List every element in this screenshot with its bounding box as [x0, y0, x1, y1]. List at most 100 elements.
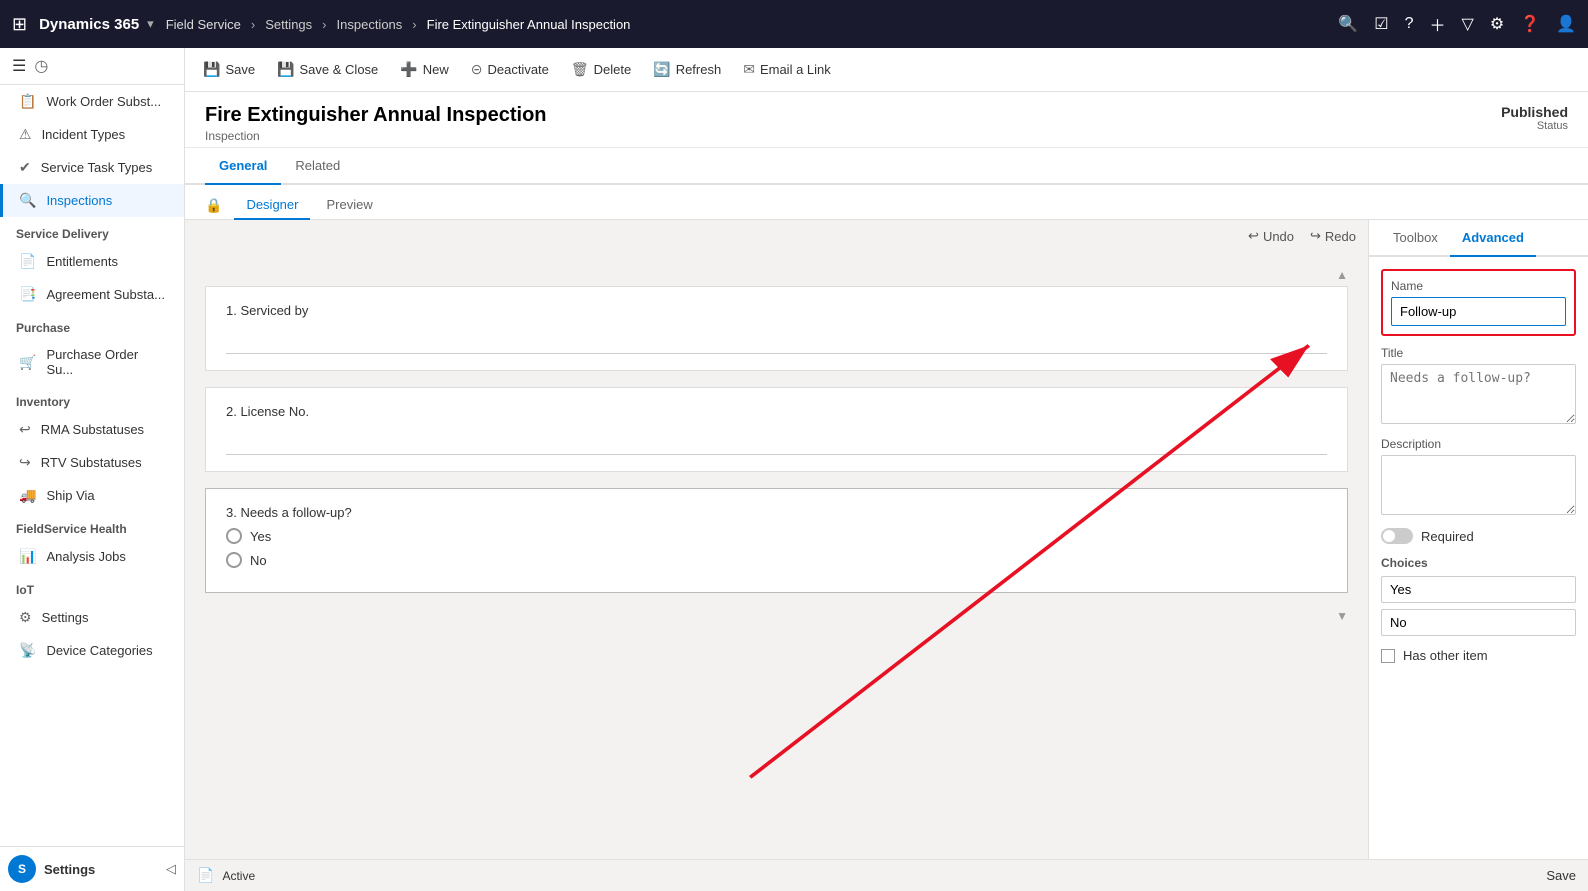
delete-button[interactable]: 🗑 Delete	[561, 55, 641, 84]
deactivate-button[interactable]: ⊝ Deactivate	[461, 55, 559, 84]
status-bar: 📄 Active Save	[185, 859, 1588, 891]
breadcrumb-inspections[interactable]: Inspections	[337, 17, 403, 32]
description-field-label: Description	[1381, 437, 1576, 451]
right-panel: Toolbox Advanced Name Title Description	[1368, 220, 1588, 859]
task-icon[interactable]: ☑	[1374, 14, 1388, 34]
tabs-bar: General Related	[185, 148, 1588, 185]
record-status: Published Status	[1501, 104, 1568, 132]
save-icon: 💾	[203, 61, 220, 78]
sidebar-item-device-categories[interactable]: 📡 Device Categories	[0, 634, 184, 667]
rma-icon: ↩	[19, 421, 31, 438]
incident-types-icon: ⚠	[19, 126, 32, 143]
has-other-label: Has other item	[1403, 648, 1488, 663]
sidebar-bottom-label: Settings	[44, 862, 95, 877]
app-name[interactable]: Dynamics 365	[39, 16, 139, 33]
sidebar-item-purchase-order[interactable]: 🛒 Purchase Order Su...	[0, 339, 184, 385]
work-order-icon: 📋	[19, 93, 36, 110]
status-bar-save-button[interactable]: Save	[1546, 868, 1576, 883]
sidebar-item-entitlements[interactable]: 📄 Entitlements	[0, 245, 184, 278]
radio-no[interactable]: No	[226, 552, 1327, 568]
description-input[interactable]	[1381, 455, 1576, 515]
service-task-icon: ✔	[19, 159, 31, 176]
plus-icon[interactable]: ＋	[1429, 12, 1445, 36]
sidebar-bottom: S Settings ◁	[0, 846, 184, 891]
sidebar-item-rma[interactable]: ↩ RMA Substatuses	[0, 413, 184, 446]
panel-tab-toolbox[interactable]: Toolbox	[1381, 220, 1450, 257]
breadcrumb-current: Fire Extinguisher Annual Inspection	[427, 17, 631, 32]
save-button[interactable]: 💾 Save	[193, 55, 265, 84]
form-field-serviced-by[interactable]: 1. Serviced by	[205, 286, 1348, 371]
sidebar-item-service-task-types[interactable]: ✔ Service Task Types	[0, 151, 184, 184]
save-close-button[interactable]: 💾 Save & Close	[267, 55, 388, 84]
field-2-input[interactable]	[226, 427, 1327, 455]
required-toggle[interactable]	[1381, 528, 1413, 544]
radio-yes-circle	[226, 528, 242, 544]
name-input[interactable]	[1391, 297, 1566, 326]
sidebar-toggle-icon[interactable]: ☰	[12, 56, 26, 76]
form-field-license-no[interactable]: 2. License No.	[205, 387, 1348, 472]
sidebar-expand-icon[interactable]: ◁	[166, 861, 176, 877]
name-field-container: Name	[1381, 269, 1576, 336]
sidebar-item-work-order-subst[interactable]: 📋 Work Order Subst...	[0, 85, 184, 118]
help-icon[interactable]: ?	[1405, 15, 1414, 33]
user-icon[interactable]: 👤	[1556, 14, 1576, 34]
panel-tab-advanced[interactable]: Advanced	[1450, 220, 1536, 257]
toggle-knob	[1383, 530, 1395, 542]
sidebar-item-ship-via[interactable]: 🚚 Ship Via	[0, 479, 184, 512]
has-other-checkbox[interactable]	[1381, 649, 1395, 663]
undo-button[interactable]: ↩ Undo	[1248, 228, 1294, 244]
inspections-icon: 🔍	[19, 192, 36, 209]
sidebar-history-icon[interactable]: ◷	[34, 56, 48, 76]
redo-button[interactable]: ↪ Redo	[1310, 228, 1356, 244]
tab-related[interactable]: Related	[281, 148, 354, 185]
field-3-label: 3. Needs a follow-up?	[226, 505, 1327, 520]
redo-icon: ↪	[1310, 228, 1321, 244]
field-1-input[interactable]	[226, 326, 1327, 354]
breadcrumb-settings[interactable]: Settings	[265, 17, 312, 32]
title-input[interactable]	[1381, 364, 1576, 424]
new-button[interactable]: ➕ New	[390, 55, 458, 84]
filter-icon[interactable]: ▽	[1462, 14, 1474, 34]
sidebar-item-incident-types[interactable]: ⚠ Incident Types	[0, 118, 184, 151]
email-link-button[interactable]: ✉ Email a Link	[733, 55, 841, 84]
choice-no-input[interactable]	[1381, 609, 1576, 636]
search-nav-icon[interactable]: 🔍	[1338, 14, 1358, 34]
delete-icon: 🗑	[571, 61, 589, 78]
sidebar-item-rtv[interactable]: ↪ RTV Substatuses	[0, 446, 184, 479]
refresh-button[interactable]: 🔄 Refresh	[643, 55, 731, 84]
field-1-label: 1. Serviced by	[226, 303, 1327, 318]
analysis-jobs-icon: 📊	[19, 548, 36, 565]
sidebar-item-agreement-substa[interactable]: 📑 Agreement Substa...	[0, 278, 184, 311]
radio-yes[interactable]: Yes	[226, 528, 1327, 544]
name-field-label: Name	[1391, 279, 1566, 293]
canvas[interactable]: ▲ 1. Serviced by 2. License No. 3. N	[185, 252, 1368, 859]
waffle-icon[interactable]: ⊞	[12, 14, 27, 35]
sub-tab-designer[interactable]: Designer	[234, 191, 310, 220]
service-delivery-category: Service Delivery	[0, 217, 184, 245]
ship-via-icon: 🚚	[19, 487, 36, 504]
undo-icon: ↩	[1248, 228, 1259, 244]
main-content: 💾 Save 💾 Save & Close ➕ New ⊝ Deactivate…	[185, 48, 1588, 891]
breadcrumb-separator-3: ›	[412, 17, 416, 32]
settings-icon[interactable]: ⚙	[1490, 14, 1504, 34]
canvas-toolbar: ↩ Undo ↪ Redo	[185, 220, 1368, 252]
radio-group: Yes No	[226, 528, 1327, 568]
page-icon: 📄	[197, 867, 214, 884]
purchase-order-icon: 🛒	[19, 354, 36, 371]
sidebar-item-inspections[interactable]: 🔍 Inspections	[0, 184, 184, 217]
choice-yes-input[interactable]	[1381, 576, 1576, 603]
sub-tab-preview[interactable]: Preview	[314, 191, 384, 220]
question-icon[interactable]: ❓	[1520, 14, 1540, 34]
sidebar: ☰ ◷ 📋 Work Order Subst... ⚠ Incident Typ…	[0, 48, 185, 891]
status-bar-left: 📄 Active	[197, 867, 255, 884]
form-field-followup[interactable]: 3. Needs a follow-up? Yes No	[205, 488, 1348, 593]
module-name: Field Service	[166, 17, 241, 32]
settings-sidebar-icon: ⚙	[19, 609, 32, 626]
sidebar-item-settings[interactable]: ⚙ Settings	[0, 601, 184, 634]
sidebar-item-analysis-jobs[interactable]: 📊 Analysis Jobs	[0, 540, 184, 573]
tab-general[interactable]: General	[205, 148, 281, 185]
entitlements-icon: 📄	[19, 253, 36, 270]
refresh-icon: 🔄	[653, 61, 670, 78]
lock-icon: 🔒	[205, 197, 222, 214]
agreement-icon: 📑	[19, 286, 36, 303]
